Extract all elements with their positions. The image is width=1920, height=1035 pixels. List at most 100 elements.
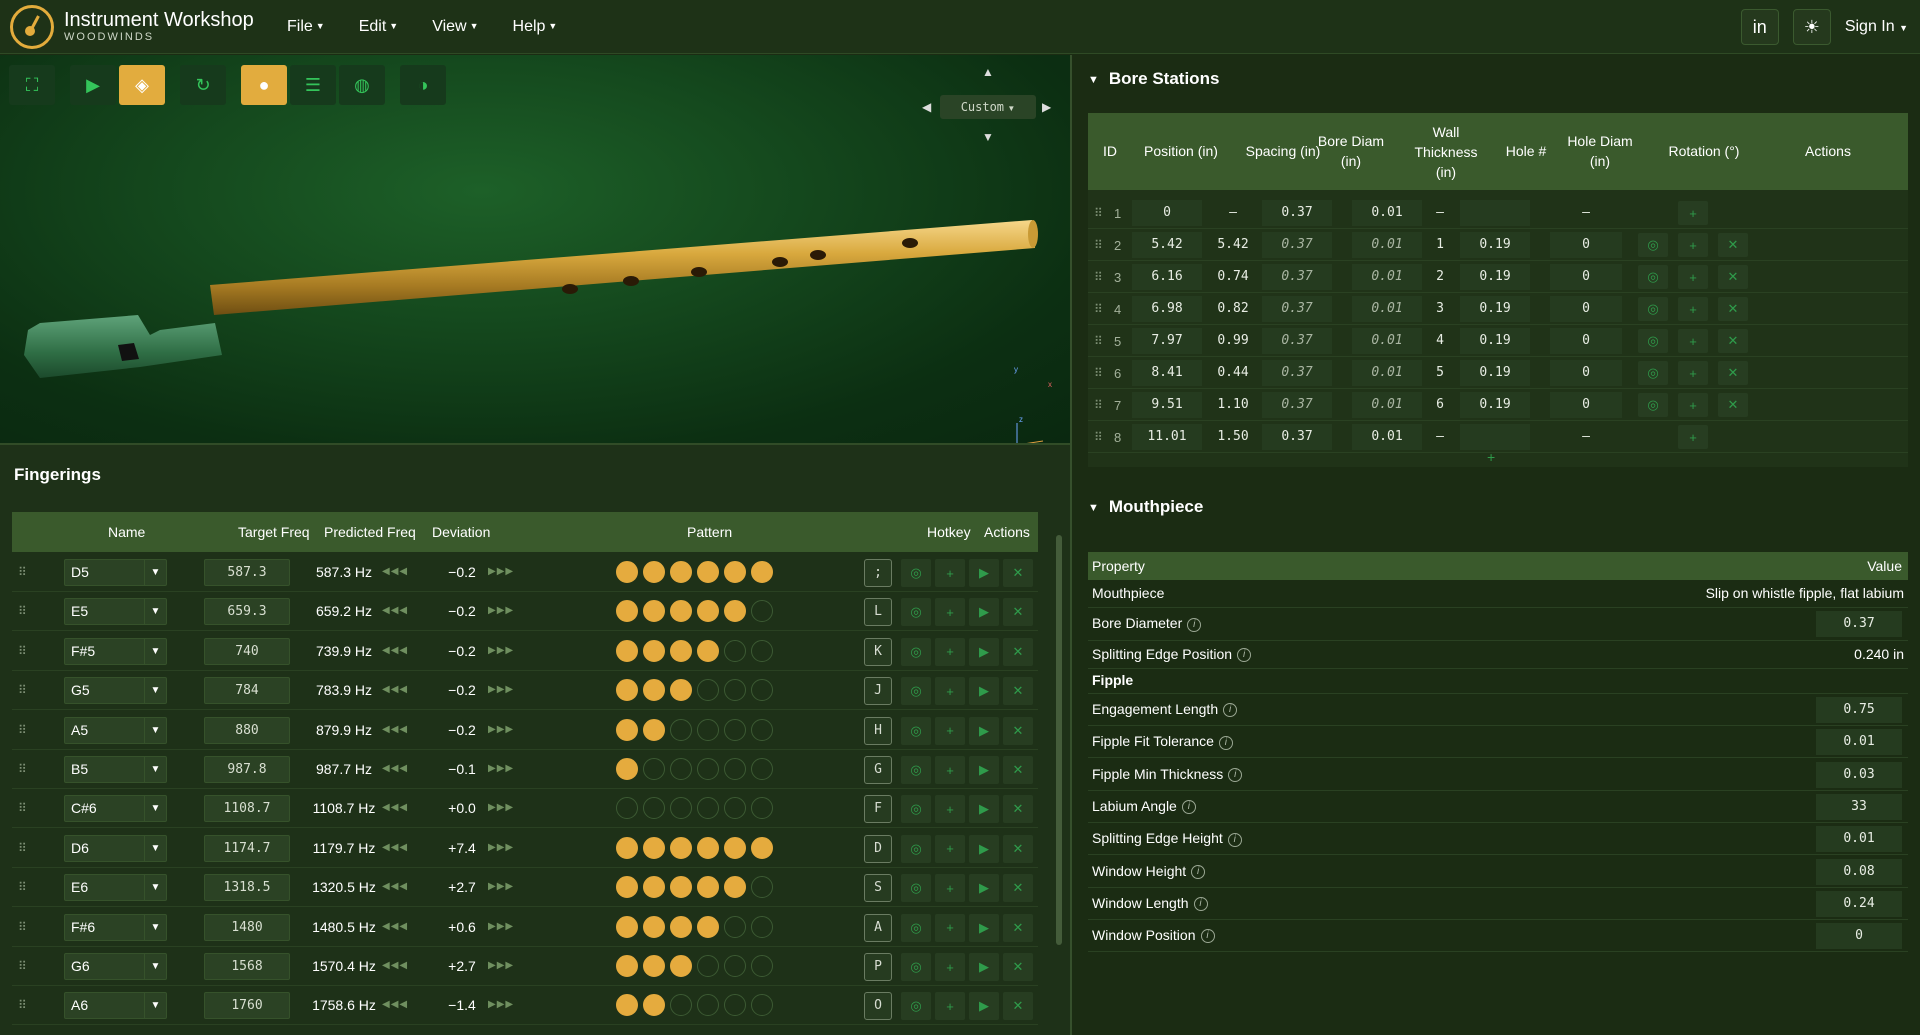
rotation-input[interactable]: 0 <box>1550 264 1622 290</box>
add-button[interactable]: + <box>935 598 965 627</box>
property-value-input[interactable]: 0 <box>1816 923 1902 950</box>
retune-button[interactable]: ◎ <box>901 992 931 1021</box>
target-freq-input[interactable]: 1760 <box>204 992 290 1020</box>
decrease-arrows-icon[interactable]: ◀◀◀ <box>382 960 408 971</box>
play-button[interactable]: ▶ <box>969 756 999 784</box>
fingering-name-select[interactable]: F#5 ▼ <box>64 637 167 665</box>
play-button[interactable]: ▶ <box>969 953 999 981</box>
hole-toggle-6[interactable] <box>751 797 773 820</box>
property-value-input[interactable]: 0.75 <box>1816 697 1902 724</box>
decrease-arrows-icon[interactable]: ◀◀◀ <box>382 921 408 932</box>
add-button[interactable]: + <box>935 677 965 706</box>
delete-button[interactable]: ✕ <box>1718 329 1748 353</box>
decrease-arrows-icon[interactable]: ◀◀◀ <box>382 684 408 695</box>
increase-arrows-icon[interactable]: ▶▶▶ <box>488 842 514 853</box>
hole-toggle-2[interactable] <box>643 758 665 780</box>
wall-thickness-input[interactable]: 0.01 <box>1352 392 1422 418</box>
hole-toggle-2[interactable] <box>643 955 665 977</box>
play-button[interactable]: ▶ <box>70 65 116 105</box>
hole-toggle-2[interactable] <box>643 994 665 1017</box>
hotkey-input[interactable]: A <box>864 913 892 942</box>
add-button[interactable]: + <box>1678 329 1708 353</box>
drag-handle-icon[interactable]: ⠿ <box>18 644 27 658</box>
hole-toggle-6[interactable] <box>751 876 773 899</box>
hole-toggle-4[interactable] <box>697 600 719 623</box>
retune-button[interactable]: ◎ <box>1638 233 1668 257</box>
hole-toggle-6[interactable] <box>751 718 773 741</box>
app-logo-icon[interactable] <box>10 4 54 49</box>
hole-toggle-5[interactable] <box>724 679 746 702</box>
property-value-input[interactable]: 0.01 <box>1816 826 1902 853</box>
retune-button[interactable]: ◎ <box>901 834 931 863</box>
drag-handle-icon[interactable]: ⠿ <box>18 565 27 579</box>
info-icon[interactable]: i <box>1193 897 1208 912</box>
hole-diam-input[interactable] <box>1460 200 1530 226</box>
bore-diam-input[interactable]: 0.37 <box>1262 392 1332 418</box>
hole-toggle-3[interactable] <box>670 836 692 859</box>
play-button[interactable]: ▶ <box>969 913 999 942</box>
hole-toggle-5[interactable] <box>724 876 746 899</box>
add-button[interactable]: + <box>1678 425 1708 449</box>
hole-toggle-1[interactable] <box>616 679 638 702</box>
increase-arrows-icon[interactable]: ▶▶▶ <box>488 921 514 932</box>
property-value[interactable]: Slip on whistle fipple, flat labium <box>1706 585 1904 601</box>
nav-up-icon[interactable]: ▲ <box>982 65 994 79</box>
position-input[interactable]: 8.41 <box>1132 360 1202 386</box>
delete-button[interactable]: ✕ <box>1003 992 1033 1021</box>
property-value-input[interactable]: 33 <box>1816 793 1902 820</box>
rings-mode-button[interactable]: ◍ <box>339 65 385 105</box>
hotkey-input[interactable]: O <box>864 992 892 1021</box>
bore-diam-input[interactable]: 0.37 <box>1262 328 1332 354</box>
delete-button[interactable]: ✕ <box>1003 874 1033 903</box>
drag-handle-icon[interactable]: ⠿ <box>1094 270 1103 284</box>
drag-handle-icon[interactable]: ⠿ <box>1094 334 1103 348</box>
target-freq-input[interactable]: 659.3 <box>204 598 290 626</box>
drag-handle-icon[interactable]: ⠿ <box>18 801 27 815</box>
add-button[interactable]: + <box>935 559 965 587</box>
increase-arrows-icon[interactable]: ▶▶▶ <box>488 881 514 892</box>
decrease-arrows-icon[interactable]: ◀◀◀ <box>382 645 408 656</box>
reset-view-button[interactable]: ↻ <box>180 65 226 105</box>
fullscreen-button[interactable]: ⛶ <box>9 65 55 105</box>
hole-toggle-2[interactable] <box>643 679 665 702</box>
hole-toggle-5[interactable] <box>724 955 746 977</box>
increase-arrows-icon[interactable]: ▶▶▶ <box>488 684 514 695</box>
play-button[interactable]: ▶ <box>969 598 999 627</box>
property-value-input[interactable]: 0.08 <box>1816 858 1902 885</box>
increase-arrows-icon[interactable]: ▶▶▶ <box>488 605 514 616</box>
hole-toggle-1[interactable] <box>616 758 638 780</box>
decrease-arrows-icon[interactable]: ◀◀◀ <box>382 763 408 774</box>
decrease-arrows-icon[interactable]: ◀◀◀ <box>382 724 408 735</box>
retune-button[interactable]: ◎ <box>1638 265 1668 289</box>
hole-diam-input[interactable]: 0.19 <box>1460 360 1530 386</box>
delete-button[interactable]: ✕ <box>1003 795 1033 824</box>
target-freq-input[interactable]: 1174.7 <box>204 834 290 862</box>
hole-toggle-1[interactable] <box>616 639 638 662</box>
position-input[interactable]: 7.97 <box>1132 328 1202 354</box>
decrease-arrows-icon[interactable]: ◀◀◀ <box>382 881 408 892</box>
hole-toggle-2[interactable] <box>643 718 665 741</box>
hole-toggle-2[interactable] <box>643 639 665 662</box>
retune-button[interactable]: ◎ <box>901 559 931 587</box>
hole-toggle-3[interactable] <box>670 679 692 702</box>
position-input[interactable]: 6.98 <box>1132 296 1202 322</box>
delete-button[interactable]: ✕ <box>1718 265 1748 289</box>
target-freq-input[interactable]: 1568 <box>204 953 290 980</box>
fingering-name-select[interactable]: A5 ▼ <box>64 716 167 744</box>
hotkey-input[interactable]: K <box>864 637 892 666</box>
fingering-name-select[interactable]: E5 ▼ <box>64 598 167 626</box>
delete-button[interactable]: ✕ <box>1003 953 1033 981</box>
drag-handle-icon[interactable]: ⠿ <box>18 604 27 618</box>
add-button[interactable]: + <box>935 953 965 981</box>
hole-toggle-1[interactable] <box>616 600 638 623</box>
hotkey-input[interactable]: H <box>864 716 892 745</box>
add-button[interactable]: + <box>935 913 965 942</box>
hotkey-input[interactable]: ; <box>864 559 892 587</box>
hotkey-input[interactable]: G <box>864 756 892 784</box>
view-preset-dropdown[interactable]: Custom ▼ <box>940 95 1036 119</box>
hotkey-input[interactable]: L <box>864 598 892 627</box>
retune-button[interactable]: ◎ <box>1638 361 1668 385</box>
hole-toggle-3[interactable] <box>670 600 692 623</box>
rotation-input[interactable]: 0 <box>1550 360 1622 386</box>
play-button[interactable]: ▶ <box>969 716 999 745</box>
